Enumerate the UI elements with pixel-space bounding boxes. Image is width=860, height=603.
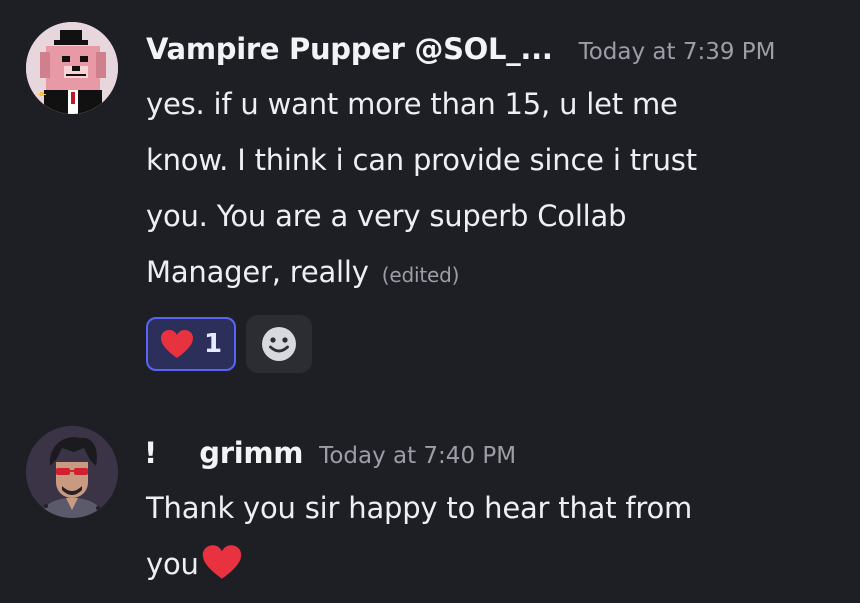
message-line: you. You are a very superb Collab [146, 199, 627, 233]
timestamp: Today at 7:39 PM [578, 39, 776, 65]
avatar[interactable] [26, 22, 118, 114]
message-line: Thank you sir happy to hear that from [146, 491, 693, 525]
message-line: Manager, really [146, 255, 369, 289]
reaction-count: 1 [203, 329, 223, 359]
add-reaction-button[interactable] [246, 315, 312, 373]
heart-reaction-button[interactable]: 1 [146, 317, 236, 371]
username-prefix: ! [144, 436, 158, 470]
avatar[interactable] [26, 426, 118, 518]
pixel-dog-avatar-icon [26, 22, 118, 114]
message-line-last: you [146, 536, 848, 592]
message-line: know. I think i can provide since i trus… [146, 143, 697, 177]
username[interactable]: grimm [199, 426, 303, 480]
message-content: ! grimm Today at 7:40 PM Thank you sir h… [144, 426, 848, 592]
username[interactable]: Vampire Pupper @SOL_... [146, 22, 553, 76]
message-text: Thank you sir happy to hear that from yo… [146, 480, 848, 592]
message-line: yes. if u want more than 15, u let me [146, 87, 678, 121]
heart-icon [160, 330, 193, 358]
message-content: Vampire Pupper @SOL_... Today at 7:39 PM… [146, 22, 848, 373]
edited-label: (edited) [381, 263, 460, 287]
message-header: Vampire Pupper @SOL_... Today at 7:39 PM [146, 22, 848, 76]
reactions-bar: 1 [146, 315, 848, 373]
smiley-face-icon [262, 327, 296, 361]
timestamp: Today at 7:40 PM [319, 443, 517, 469]
character-portrait-avatar-icon [26, 426, 118, 518]
chat-view: Vampire Pupper @SOL_... Today at 7:39 PM… [0, 0, 860, 603]
heart-icon [202, 545, 241, 579]
message-line-last: Manager, really (edited) [146, 244, 848, 303]
message-line: you [146, 547, 199, 581]
message-text: yes. if u want more than 15, u let me kn… [146, 76, 848, 303]
message-header: ! grimm Today at 7:40 PM [144, 426, 848, 480]
